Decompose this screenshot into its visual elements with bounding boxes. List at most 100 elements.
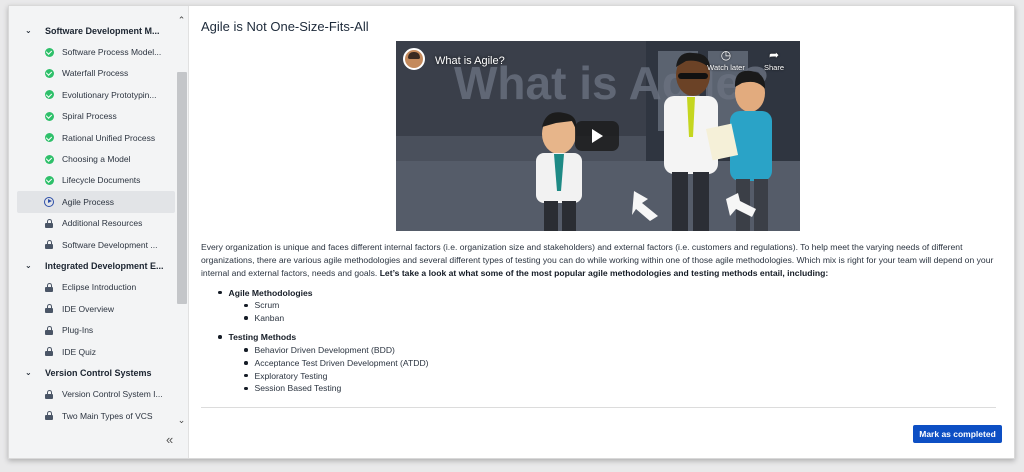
lesson-item[interactable]: Waterfall Process bbox=[17, 63, 175, 84]
check-circle-icon bbox=[44, 47, 54, 57]
intro-bold-text: Let’s take a look at what some of the mo… bbox=[379, 267, 829, 278]
bullet-icon bbox=[244, 386, 248, 391]
section-header[interactable]: ⌄ Software Development M... bbox=[17, 20, 175, 41]
lesson-item[interactable]: IDE Overview bbox=[17, 298, 175, 319]
lesson-item-label: Evolutionary Prototypin... bbox=[62, 89, 157, 100]
bullet-icon bbox=[218, 335, 222, 339]
section-title: Software Development M... bbox=[45, 25, 160, 36]
topic-heading: Testing Methods bbox=[201, 331, 1001, 344]
lesson-item[interactable]: Version Control System I... bbox=[17, 384, 175, 405]
topic-lists: Agile Methodologies Scrum Kanban Testing Me… bbox=[201, 286, 1001, 401]
lesson-item-label: Additional Resources bbox=[62, 218, 143, 229]
section-title: Integrated Development E... bbox=[45, 260, 164, 271]
chevron-down-icon: ⌄ bbox=[25, 26, 32, 36]
list-item-text: Scrum bbox=[254, 300, 280, 311]
lesson-item[interactable]: IDE Quiz bbox=[17, 341, 175, 362]
lesson-item[interactable]: Rational Unified Process bbox=[17, 127, 175, 148]
lock-icon bbox=[44, 240, 54, 250]
lock-icon bbox=[44, 304, 54, 314]
list-item: Behavior Driven Development (BDD) bbox=[201, 344, 1001, 357]
lesson-item-label: Eclipse Introduction bbox=[62, 282, 137, 293]
lesson-title: Agile is Not One-Size-Fits-All bbox=[201, 19, 369, 34]
check-circle-icon bbox=[44, 68, 54, 78]
share-arrow-icon: ➦ bbox=[768, 48, 780, 62]
topic-heading: Agile Methodologies bbox=[201, 286, 1001, 299]
sidebar-scrollbar[interactable]: ⌃ ⌄ bbox=[176, 14, 187, 426]
outline-list: ⌄ Software Development M... Software Proce… bbox=[17, 20, 175, 426]
channel-avatar[interactable] bbox=[403, 48, 425, 70]
bullet-icon bbox=[244, 361, 248, 365]
lesson-item[interactable]: Eclipse Introduction bbox=[17, 277, 175, 298]
topic-heading-text: Agile Methodologies bbox=[228, 287, 313, 298]
lock-icon bbox=[44, 282, 54, 292]
scrollbar-thumb[interactable] bbox=[177, 72, 187, 304]
lesson-item-label: Plug-Ins bbox=[62, 325, 94, 336]
lesson-item[interactable]: Agile Process bbox=[17, 191, 175, 213]
lesson-item-label: Waterfall Process bbox=[62, 68, 129, 79]
topic-group: Testing Methods Behavior Driven Developme… bbox=[201, 331, 1001, 395]
lesson-item-label: Version Control System I... bbox=[62, 389, 163, 400]
chevron-down-icon: ⌄ bbox=[25, 368, 32, 378]
lesson-item[interactable]: Plug-Ins bbox=[17, 319, 175, 340]
section-header[interactable]: ⌄ Version Control Systems bbox=[17, 362, 175, 383]
bullet-icon bbox=[244, 316, 248, 320]
check-circle-icon bbox=[44, 90, 54, 100]
play-circle-icon bbox=[44, 196, 54, 207]
share-label: Share bbox=[763, 63, 784, 72]
lesson-item[interactable]: Two Main Types of VCS bbox=[17, 405, 175, 426]
list-item-text: Session Based Testing bbox=[254, 383, 342, 394]
list-item: Kanban bbox=[201, 312, 1001, 325]
lesson-item-label: Rational Unified Process bbox=[62, 132, 156, 143]
topic-group: Agile Methodologies Scrum Kanban bbox=[201, 286, 1001, 325]
lesson-item[interactable]: Additional Resources bbox=[17, 213, 175, 234]
video-player[interactable]: What is Agile? What is Agile? ◷ Watch la… bbox=[396, 41, 800, 231]
check-circle-icon bbox=[44, 154, 54, 164]
collapse-sidebar-icon[interactable]: « bbox=[166, 432, 173, 447]
lesson-item-label: Lifecycle Documents bbox=[62, 175, 141, 186]
lesson-item[interactable]: Lifecycle Documents bbox=[17, 170, 175, 191]
list-item-text: Behavior Driven Development (BDD) bbox=[254, 344, 395, 355]
lesson-item[interactable]: Evolutionary Prototypin... bbox=[17, 84, 175, 105]
watch-later-label: Watch later bbox=[707, 63, 745, 72]
lock-icon bbox=[44, 411, 54, 421]
scroll-up-icon[interactable]: ⌃ bbox=[176, 14, 187, 26]
scroll-down-icon[interactable]: ⌄ bbox=[176, 414, 187, 426]
lesson-item-label: IDE Overview bbox=[62, 303, 114, 314]
list-item: Scrum bbox=[201, 299, 1001, 312]
list-item-text: Acceptance Test Driven Development (ATDD… bbox=[254, 357, 429, 368]
mark-as-completed-button[interactable]: Mark as completed bbox=[913, 425, 1002, 443]
lesson-item-label: Software Process Model... bbox=[62, 47, 162, 58]
chevron-down-icon: ⌄ bbox=[25, 261, 32, 271]
check-circle-icon bbox=[44, 133, 54, 143]
lock-icon bbox=[44, 389, 54, 399]
bullet-icon bbox=[218, 290, 222, 295]
section-title: Version Control Systems bbox=[45, 367, 152, 378]
bullet-icon bbox=[244, 373, 248, 378]
lesson-item[interactable]: Choosing a Model bbox=[17, 148, 175, 169]
share-button[interactable]: ➦ Share bbox=[749, 47, 799, 72]
lesson-item-label: Two Main Types of VCS bbox=[62, 410, 153, 421]
list-item-text: Kanban bbox=[254, 313, 285, 324]
list-item-text: Exploratory Testing bbox=[254, 370, 328, 381]
lock-icon bbox=[44, 325, 54, 335]
lesson-item-label: Software Development ... bbox=[62, 239, 158, 250]
lesson-intro: Every organization is unique and faces d… bbox=[201, 241, 1001, 279]
check-circle-icon bbox=[44, 111, 54, 121]
lock-icon bbox=[44, 347, 54, 357]
list-item: Acceptance Test Driven Development (ATDD… bbox=[201, 356, 1001, 369]
lesson-item[interactable]: Software Development ... bbox=[17, 234, 175, 255]
video-title[interactable]: What is Agile? bbox=[435, 55, 505, 67]
watch-later-button[interactable]: ◷ Watch later bbox=[701, 47, 751, 72]
list-item: Session Based Testing bbox=[201, 382, 1001, 395]
section-header[interactable]: ⌄ Integrated Development E... bbox=[17, 255, 175, 276]
lesson-item-label: IDE Quiz bbox=[62, 346, 97, 357]
list-item: Exploratory Testing bbox=[201, 369, 1001, 382]
check-circle-icon bbox=[44, 175, 54, 185]
play-button-icon[interactable] bbox=[575, 121, 619, 151]
bullet-icon bbox=[244, 303, 248, 308]
lesson-item-label: Spiral Process bbox=[62, 111, 117, 122]
clock-icon: ◷ bbox=[720, 48, 732, 62]
lesson-item[interactable]: Spiral Process bbox=[17, 106, 175, 127]
lesson-item-label: Choosing a Model bbox=[62, 154, 131, 165]
lesson-item[interactable]: Software Process Model... bbox=[17, 41, 175, 62]
